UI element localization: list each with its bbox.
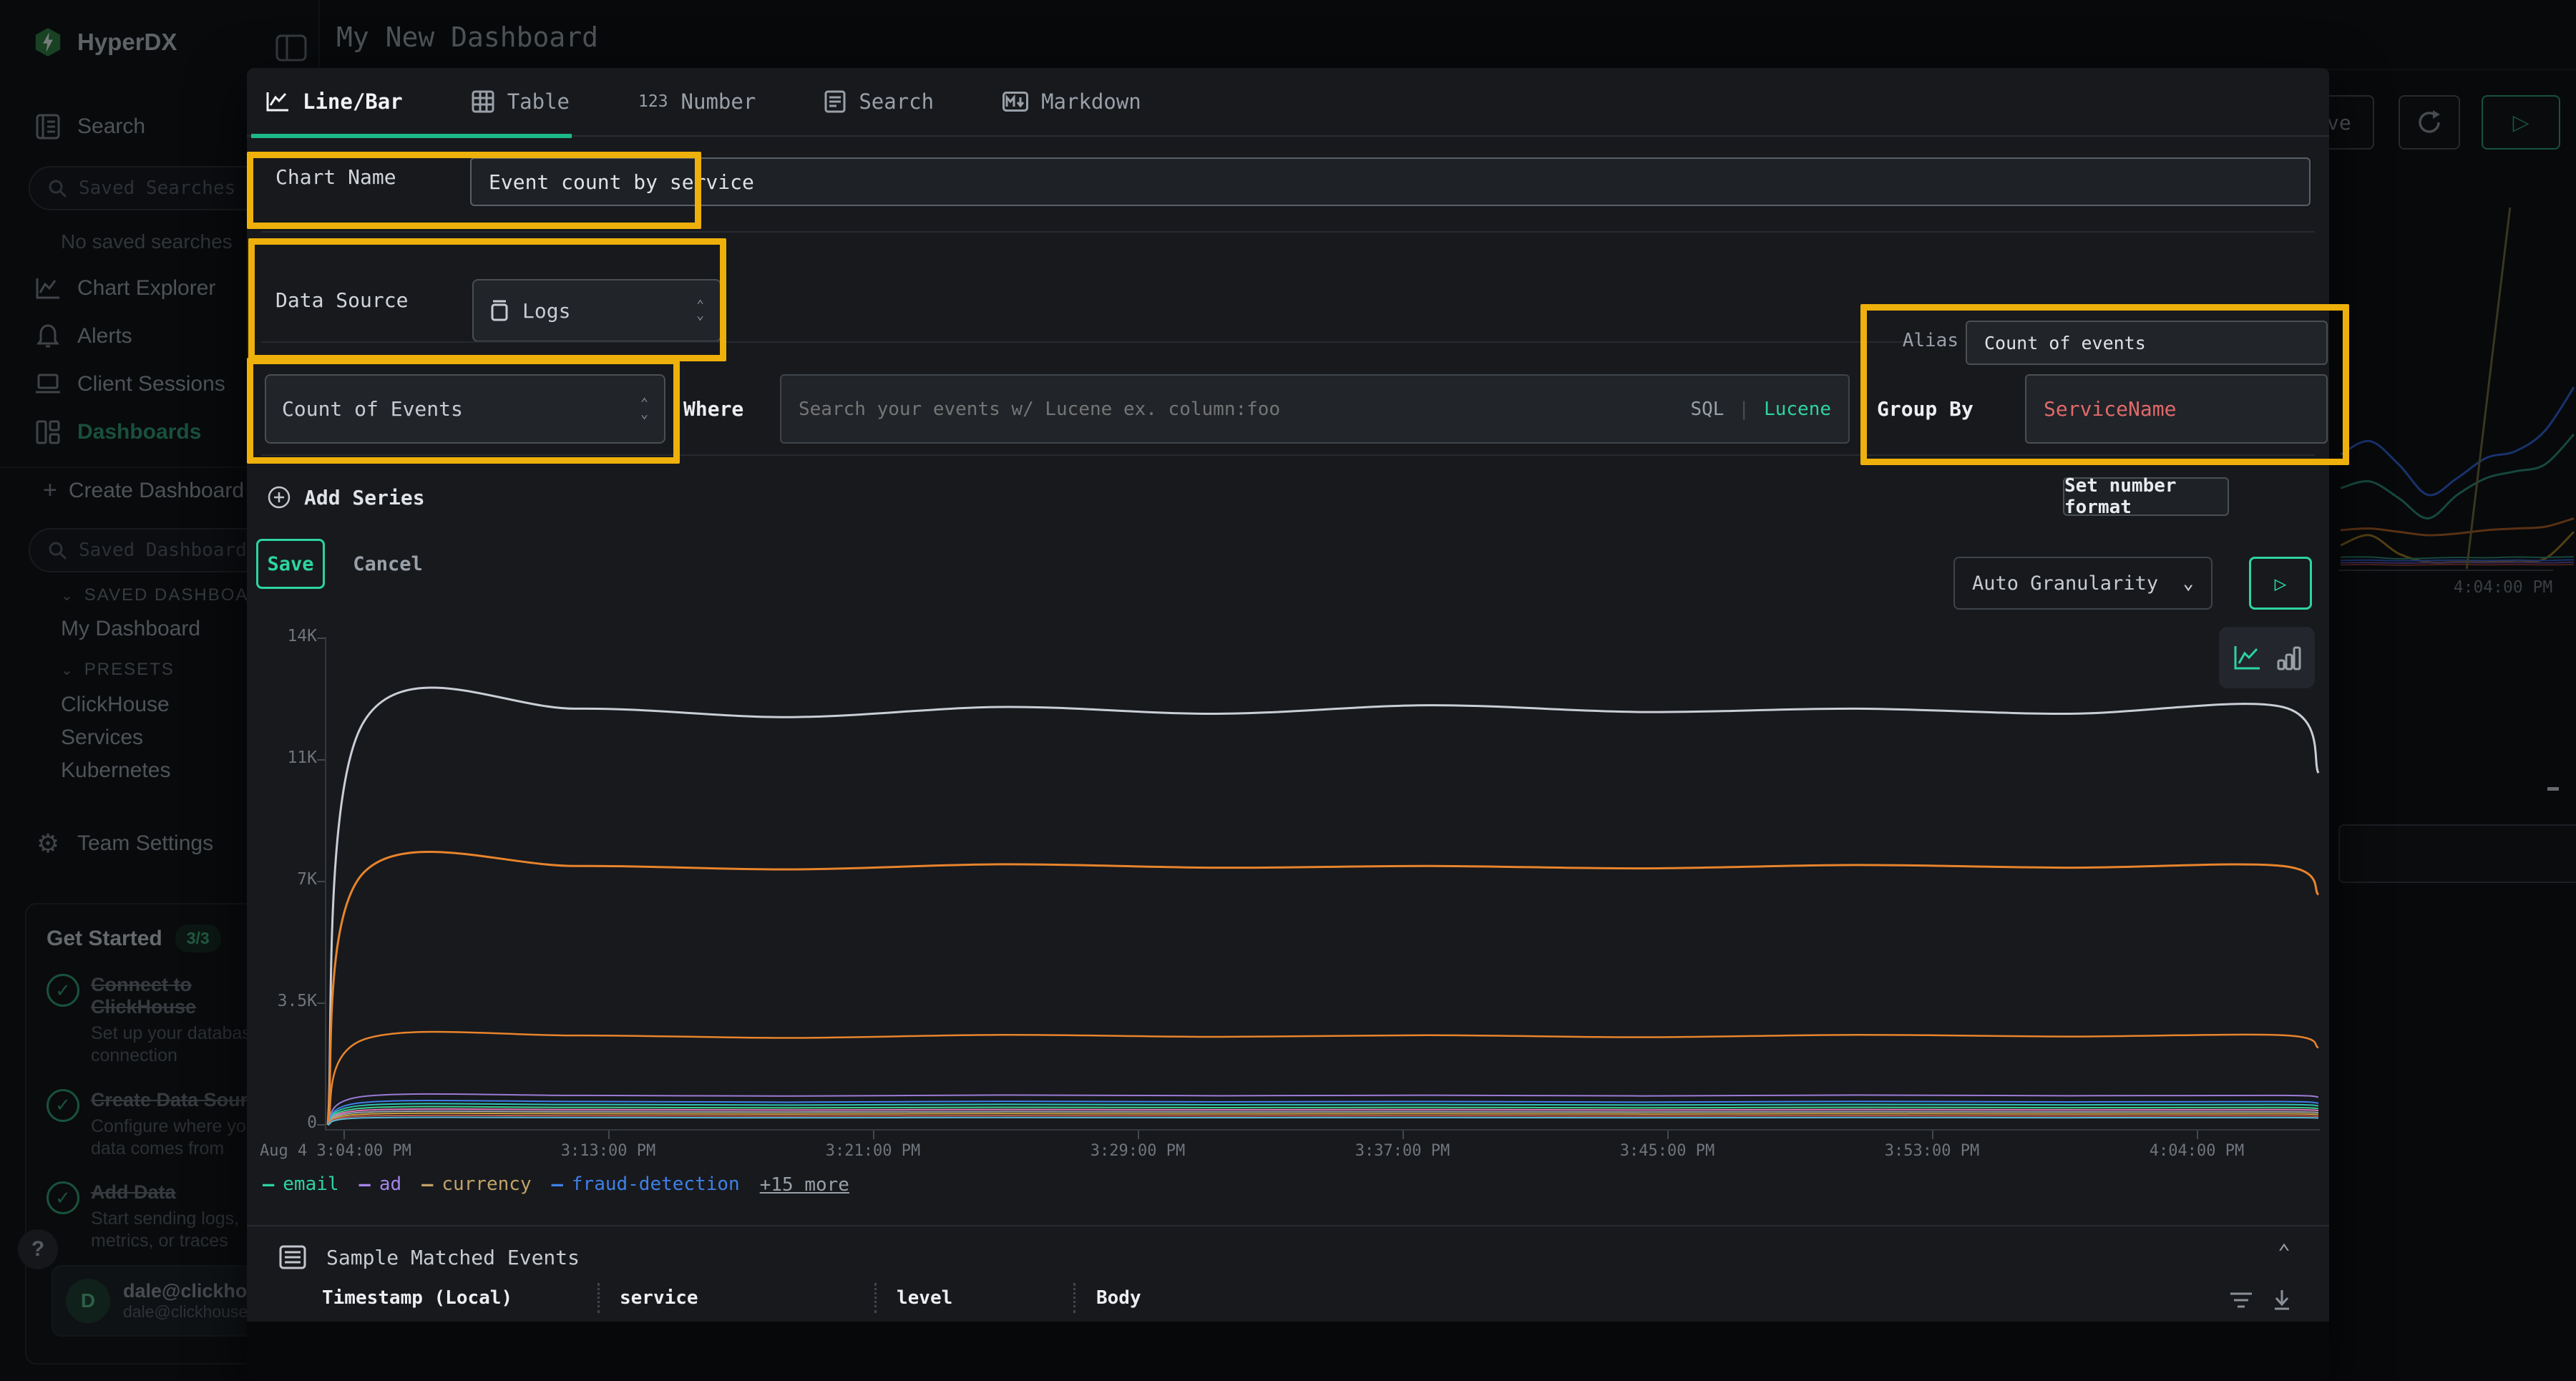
- legend-item[interactable]: — fraud-detection: [552, 1173, 740, 1196]
- markdown-icon: [1002, 92, 1028, 112]
- number-123-icon: 123: [638, 92, 668, 111]
- mode-separator: |: [1738, 399, 1750, 420]
- x-axis-tick: 3:45:00 PM: [1620, 1142, 1714, 1160]
- play-icon: ▷: [2275, 572, 2287, 595]
- column-separator[interactable]: [1073, 1283, 1075, 1313]
- granularity-select[interactable]: Auto Granularity ⌄: [1953, 557, 2212, 610]
- legend-more-link[interactable]: +15 more: [760, 1174, 849, 1196]
- tab-line-bar[interactable]: Line/Bar: [265, 89, 403, 114]
- legend-swatch: —: [552, 1173, 563, 1196]
- set-number-format-button[interactable]: Set number format: [2063, 477, 2229, 516]
- chevron-down-icon: ⌄: [2182, 572, 2194, 594]
- line-chart-icon: [265, 91, 290, 112]
- tab-label: Number: [681, 89, 756, 114]
- legend-swatch: —: [421, 1173, 433, 1196]
- document-list-icon: [824, 90, 846, 113]
- collapse-chevron-icon[interactable]: ⌃: [2278, 1240, 2290, 1265]
- legend-label: fraud-detection: [572, 1173, 740, 1196]
- events-table-body: [247, 1322, 2329, 1381]
- sql-mode-toggle[interactable]: SQL: [1690, 399, 1724, 420]
- y-axis-tick: 11K: [260, 748, 317, 767]
- highlight-chart-name: [247, 152, 701, 229]
- lucene-mode-toggle[interactable]: Lucene: [1764, 399, 1831, 420]
- active-tab-underline: [251, 134, 572, 138]
- add-series-label: Add Series: [304, 486, 425, 509]
- x-axis-tick: 4:04:00 PM: [2150, 1142, 2244, 1160]
- column-separator[interactable]: [874, 1283, 877, 1313]
- section-divider: [247, 1225, 2329, 1226]
- y-axis-tick: 0: [260, 1113, 317, 1132]
- sample-events-title: Sample Matched Events: [326, 1246, 580, 1269]
- legend-label: currency: [441, 1173, 531, 1196]
- tab-markdown[interactable]: Markdown: [1002, 89, 1141, 114]
- highlight-data-source: [248, 238, 726, 361]
- table-icon: [472, 90, 494, 113]
- sort-download-icon[interactable]: [2272, 1289, 2292, 1313]
- x-axis-tick: 3:21:00 PM: [826, 1142, 920, 1160]
- legend-item[interactable]: — currency: [421, 1173, 532, 1196]
- x-axis-tick: Aug 4 3:04:00 PM: [260, 1142, 411, 1160]
- legend-label: ad: [379, 1173, 401, 1196]
- legend-label: email: [283, 1173, 338, 1196]
- chart-type-tabs: Line/Bar Table 123 Number Search Markdow…: [247, 68, 2329, 137]
- preview-chart: [326, 635, 2321, 1136]
- list-icon: [279, 1244, 306, 1271]
- sample-events-header: Sample Matched Events: [279, 1244, 580, 1271]
- tab-label: Table: [507, 89, 570, 114]
- chart-legend: — email — ad — currency — fraud-detection +1…: [263, 1173, 849, 1196]
- column-header-level[interactable]: level: [897, 1287, 952, 1309]
- run-chart-button[interactable]: ▷: [2249, 557, 2312, 610]
- tab-table[interactable]: Table: [472, 89, 570, 114]
- legend-item[interactable]: — email: [263, 1173, 339, 1196]
- row-divider: [261, 231, 2315, 233]
- legend-swatch: —: [263, 1173, 274, 1196]
- tab-label: Line/Bar: [303, 89, 403, 114]
- y-axis-tick: 3.5K: [260, 992, 317, 1010]
- legend-swatch: —: [359, 1173, 371, 1196]
- column-separator[interactable]: [597, 1283, 600, 1313]
- tab-number[interactable]: 123 Number: [638, 89, 756, 114]
- column-header-timestamp[interactable]: Timestamp (Local): [322, 1287, 512, 1309]
- x-axis-tick: 3:29:00 PM: [1091, 1142, 1185, 1160]
- x-axis-line: [325, 1129, 2320, 1131]
- y-axis-tick: 7K: [260, 870, 317, 889]
- granularity-value: Auto Granularity: [1972, 572, 2158, 595]
- x-axis-tick: 3:13:00 PM: [561, 1142, 655, 1160]
- column-header-service[interactable]: service: [620, 1287, 698, 1309]
- y-axis-tick: 14K: [260, 627, 317, 645]
- where-search-box[interactable]: SQL | Lucene: [780, 374, 1850, 444]
- plus-circle-icon: [267, 485, 291, 509]
- tab-label: Markdown: [1041, 89, 1141, 114]
- chart-name-input[interactable]: [470, 157, 2311, 206]
- tab-label: Search: [859, 89, 934, 114]
- save-button[interactable]: Save: [256, 539, 325, 589]
- x-axis-tick: 3:37:00 PM: [1355, 1142, 1450, 1160]
- legend-item[interactable]: — ad: [359, 1173, 402, 1196]
- column-header-body[interactable]: Body: [1096, 1287, 1141, 1309]
- where-search-input[interactable]: [799, 399, 1676, 420]
- highlight-aggregation: [247, 358, 680, 464]
- highlight-group-by: [1860, 304, 2349, 465]
- where-label: Where: [683, 397, 743, 421]
- add-series-button[interactable]: Add Series: [267, 485, 425, 509]
- filter-lines-icon[interactable]: [2229, 1290, 2253, 1312]
- cancel-button[interactable]: Cancel: [341, 539, 434, 589]
- events-table-header: Timestamp (Local) service level Body: [247, 1277, 2329, 1322]
- x-axis-tick: 3:53:00 PM: [1885, 1142, 1979, 1160]
- tab-search[interactable]: Search: [824, 89, 934, 114]
